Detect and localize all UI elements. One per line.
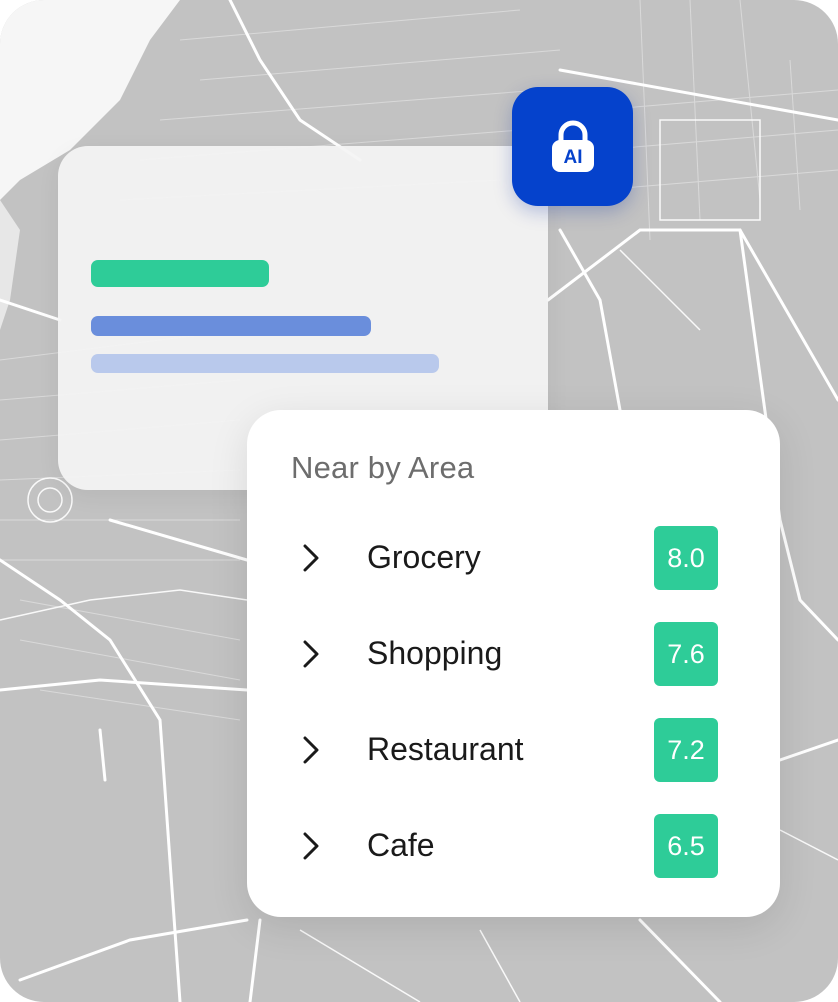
chevron-right-icon bbox=[303, 832, 319, 860]
lock-icon: AI bbox=[551, 120, 594, 172]
area-label: Restaurant bbox=[367, 731, 524, 767]
skeleton-subline-bar bbox=[91, 354, 439, 373]
area-row-restaurant[interactable]: Restaurant 7.2 bbox=[247, 718, 780, 782]
area-label: Grocery bbox=[367, 539, 481, 575]
chevron-right-icon bbox=[303, 640, 319, 668]
score-badge: 7.6 bbox=[654, 622, 718, 686]
area-row-shopping[interactable]: Shopping 7.6 bbox=[247, 622, 780, 686]
skeleton-line-bar bbox=[91, 316, 371, 336]
score-badge: 6.5 bbox=[654, 814, 718, 878]
area-row-cafe[interactable]: Cafe 6.5 bbox=[247, 814, 780, 878]
area-row-grocery[interactable]: Grocery 8.0 bbox=[247, 526, 780, 590]
score-badge: 8.0 bbox=[654, 526, 718, 590]
ai-label: AI bbox=[563, 147, 582, 168]
chevron-right-icon bbox=[303, 544, 319, 572]
nearby-title: Near by Area bbox=[291, 450, 475, 485]
nearby-area-card: Near by Area Grocery 8.0 Shopping 7.6 Re… bbox=[247, 410, 780, 917]
area-label: Shopping bbox=[367, 635, 503, 671]
score-badge: 7.2 bbox=[654, 718, 718, 782]
area-label: Cafe bbox=[367, 827, 435, 863]
chevron-right-icon bbox=[303, 736, 319, 764]
ai-lock-button[interactable]: AI bbox=[512, 87, 633, 206]
skeleton-title-bar bbox=[91, 260, 269, 287]
